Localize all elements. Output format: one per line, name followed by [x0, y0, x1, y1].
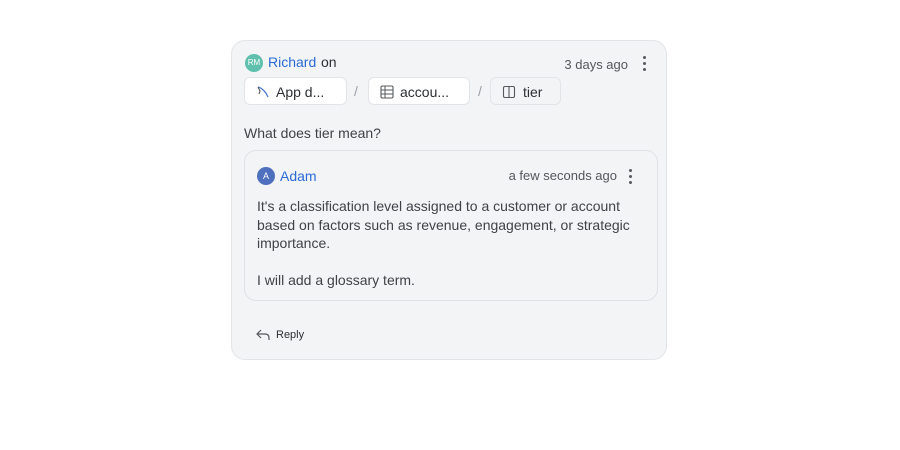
breadcrumb-app[interactable]: App d...: [244, 77, 347, 105]
reply-body: It's a classification level assigned to …: [257, 197, 647, 308]
on-label: on: [321, 54, 337, 70]
breadcrumb-separator: /: [478, 83, 482, 99]
reply-timestamp: a few seconds ago: [508, 168, 617, 183]
comment-text: What does tier mean?: [244, 125, 381, 141]
reply-button-label: Reply: [276, 329, 305, 341]
breadcrumb-label: tier: [523, 84, 543, 100]
reply-author-name-link[interactable]: Adam: [280, 168, 317, 184]
author-name-link[interactable]: Richard: [268, 54, 316, 70]
reply-paragraph: It's a classification level assigned to …: [257, 198, 630, 251]
breadcrumb-label: accou...: [400, 84, 450, 100]
reply-card: A Adam a few seconds ago It's a classifi…: [244, 150, 658, 301]
author-avatar: RM: [245, 54, 263, 72]
column-icon: [502, 85, 516, 99]
breadcrumb-separator: /: [354, 83, 358, 99]
breadcrumb-label: App d...: [276, 84, 325, 100]
table-icon: [380, 85, 394, 99]
comment-header: RM Richard on 3 days ago: [245, 53, 653, 75]
reply-arrow-icon: [256, 329, 270, 340]
breadcrumb-column[interactable]: tier: [490, 77, 561, 105]
app-icon: [257, 86, 269, 98]
breadcrumb-table[interactable]: accou...: [368, 77, 470, 105]
more-options-icon[interactable]: [621, 166, 639, 186]
comment-card: RM Richard on 3 days ago App d... / acco…: [231, 40, 667, 360]
reply-author-avatar: A: [257, 167, 275, 185]
reply-paragraph: I will add a glossary term.: [257, 272, 415, 288]
more-options-icon[interactable]: [635, 53, 653, 73]
comment-timestamp: 3 days ago: [564, 57, 628, 72]
